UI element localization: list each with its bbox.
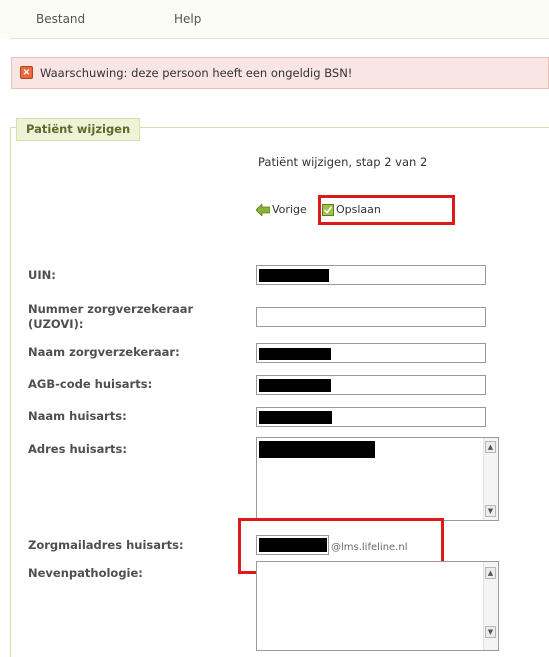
label-insurer-name: Naam zorgverzekeraar: (28, 345, 180, 359)
previous-button[interactable]: Vorige (256, 203, 307, 216)
redacted-value (259, 348, 331, 360)
redacted-value (259, 411, 332, 424)
label-comorbidity: Nevenpathologie: (28, 566, 143, 580)
scrollbar[interactable]: ▲ ▼ (483, 438, 498, 520)
redacted-value (259, 269, 329, 282)
redacted-value (259, 441, 375, 458)
email-domain-suffix: @lms.lifeline.nl (331, 542, 408, 553)
insurer-name-input[interactable] (256, 343, 486, 363)
warning-text: Waarschuwing: deze persoon heeft een ong… (40, 66, 353, 80)
comorbidity-textarea[interactable]: ▲ ▼ (256, 561, 499, 651)
save-label: Opslaan (336, 203, 381, 216)
scroll-up-icon[interactable]: ▲ (485, 441, 496, 453)
gp-email-input[interactable] (256, 535, 329, 555)
gp-address-textarea[interactable]: ▲ ▼ (256, 437, 499, 521)
label-gp-address: Adres huisarts: (28, 442, 127, 456)
save-check-icon (322, 203, 334, 216)
warning-banner: × Waarschuwing: deze persoon heeft een o… (11, 57, 549, 89)
menu-bar: Bestand Help (0, 0, 549, 38)
agb-code-input[interactable] (256, 375, 486, 395)
redacted-value (259, 379, 331, 392)
scroll-up-icon[interactable]: ▲ (485, 567, 496, 579)
x-box-icon: × (20, 66, 33, 79)
step-indicator: Patiënt wijzigen, stap 2 van 2 (258, 155, 428, 169)
label-agb-code: AGB-code huisarts: (28, 377, 153, 391)
gp-name-input[interactable] (256, 407, 486, 427)
uzovi-input[interactable] (256, 307, 486, 327)
save-button[interactable]: Opslaan (322, 203, 381, 216)
scrollbar[interactable]: ▲ ▼ (483, 562, 498, 650)
menu-divider (10, 38, 549, 39)
fieldset-legend: Patiënt wijzigen (16, 118, 141, 141)
arrow-left-icon (256, 203, 270, 216)
label-gp-email: Zorgmailadres huisarts: (28, 538, 184, 552)
previous-label: Vorige (272, 203, 307, 216)
redacted-value (259, 538, 327, 552)
menu-file[interactable]: Bestand (36, 12, 85, 26)
menu-help[interactable]: Help (174, 12, 201, 26)
scroll-down-icon[interactable]: ▼ (485, 505, 496, 517)
scroll-down-icon[interactable]: ▼ (485, 626, 496, 638)
label-uin: UIN: (28, 268, 56, 282)
label-gp-name: Naam huisarts: (28, 409, 127, 423)
uin-input[interactable] (256, 265, 486, 285)
label-uzovi: Nummer zorgverzekeraar (UZOVI): (28, 302, 194, 331)
